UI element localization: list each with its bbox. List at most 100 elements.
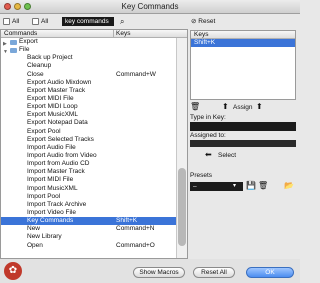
command-name: Import Audio from Video	[27, 151, 97, 159]
table-row[interactable]: ▶ Export	[1, 38, 177, 47]
reset-icon: ⊘	[191, 18, 197, 25]
table-row[interactable]: Export Pool	[1, 128, 177, 136]
delete-preset-icon[interactable]: 🗑	[258, 181, 268, 190]
scrollbar-thumb[interactable]	[178, 168, 186, 246]
command-key: Shift+K	[116, 217, 138, 225]
command-name: Import MIDI File	[27, 176, 74, 184]
command-name: Import Audio File	[27, 143, 76, 151]
command-name: Export MusicXML	[27, 111, 78, 119]
type-in-key-field[interactable]	[190, 122, 296, 131]
command-name: New	[27, 225, 41, 233]
table-row[interactable]: Export MIDI File	[1, 95, 177, 103]
folder-icon	[10, 39, 17, 45]
bottom-bar: Show Macros Reset All OK	[0, 259, 300, 283]
command-name: Import Pool	[27, 192, 61, 200]
command-name: Export Notepad Data	[27, 119, 88, 127]
table-row[interactable]: Export Notepad Data	[1, 119, 177, 127]
table-row[interactable]: Export Selected Tracks	[1, 136, 177, 144]
table-row[interactable]: Key Commands Shift+K	[1, 217, 177, 226]
table-row[interactable]: Export MIDI Loop	[1, 103, 177, 111]
assigned-to-label: Assigned to:	[190, 132, 226, 139]
assign-row: 🗑 ⬆ Assign ⬆	[190, 102, 296, 114]
table-row[interactable]: Open Command+O	[1, 242, 177, 250]
keys-column-header[interactable]: Keys	[116, 30, 130, 38]
list-header: Commands Keys	[1, 30, 187, 38]
chevron-down-icon[interactable]: ▾	[233, 182, 236, 189]
selected-key[interactable]: Shift+K	[191, 39, 295, 47]
import-icon[interactable]: 📂	[284, 181, 294, 190]
table-row[interactable]: Import Audio File	[1, 144, 177, 152]
table-row[interactable]: Import MusicXML	[1, 185, 177, 193]
command-name: Cleanup	[27, 62, 52, 70]
sos-logo: ✿	[4, 262, 22, 280]
command-name: Export MIDI File	[27, 94, 74, 102]
commands-list[interactable]: Commands Keys ▶ Export ▼ File Back up Projec…	[0, 29, 188, 259]
folder-icon	[10, 47, 17, 53]
magnifier-icon[interactable]: ⌕	[120, 17, 124, 27]
table-row[interactable]: Import Pool	[1, 193, 177, 201]
command-name: Import from Audio CD	[27, 160, 90, 168]
command-name: Export Pool	[27, 127, 61, 135]
command-key: Command+N	[116, 225, 155, 233]
window-title: Key Commands	[121, 2, 179, 11]
table-row[interactable]: Export Audio Mixdown	[1, 79, 177, 87]
keys-header: Keys	[191, 31, 295, 39]
table-row[interactable]: Import Master Track	[1, 168, 177, 176]
command-name: Export	[19, 38, 38, 45]
reset-button[interactable]: ⊘ Reset	[191, 17, 215, 25]
type-in-key-label: Type in Key:	[190, 114, 226, 121]
table-row[interactable]: New Command+N	[1, 225, 177, 233]
keys-box: Keys Shift+K	[190, 30, 296, 100]
reset-label: Reset	[198, 18, 216, 25]
table-row[interactable]: Import MIDI File	[1, 176, 177, 184]
table-row[interactable]: Import Video File	[1, 209, 177, 217]
table-row[interactable]: Close Command+W	[1, 71, 177, 79]
vertical-scrollbar[interactable]	[176, 38, 187, 258]
reset-all-button[interactable]: Reset All	[193, 267, 235, 278]
command-name: Back up Project	[27, 54, 73, 62]
table-row[interactable]: New Library	[1, 233, 177, 241]
table-row[interactable]: Back up Project	[1, 54, 177, 62]
command-name: Key Commands	[27, 217, 74, 225]
arrow-up-icon[interactable]: ⬆	[222, 102, 229, 111]
all-label-left: All	[12, 18, 20, 25]
command-key: Command+W	[116, 70, 156, 78]
command-name: Close	[27, 70, 44, 78]
assigned-to-field	[190, 140, 296, 147]
select-row: ⬅ Select	[190, 150, 296, 162]
command-name: Import Track Archive	[27, 200, 87, 208]
select-button[interactable]: Select	[218, 152, 236, 159]
assign-button[interactable]: Assign	[233, 104, 253, 111]
ok-button[interactable]: OK	[246, 267, 294, 278]
all-label-right: All	[41, 18, 49, 25]
toolbar: All All key commands ⌕	[0, 14, 188, 30]
command-name: Export Master Track	[27, 86, 86, 94]
table-row[interactable]: Cleanup	[1, 62, 177, 70]
table-row[interactable]: Import Audio from Video	[1, 152, 177, 160]
command-name: File	[19, 46, 30, 54]
all-checkbox-right[interactable]	[32, 18, 39, 25]
save-preset-icon[interactable]: 💾	[246, 181, 256, 190]
all-checkbox-left[interactable]	[3, 18, 10, 25]
arrow-up-icon[interactable]: ⬆	[256, 102, 263, 111]
command-name: Export Selected Tracks	[27, 135, 94, 143]
delete-key-icon[interactable]: 🗑	[190, 102, 200, 111]
show-macros-button[interactable]: Show Macros	[133, 267, 185, 278]
command-rows: ▶ Export ▼ File Back up Project Cleanup Close C…	[1, 38, 177, 250]
command-name: Import Master Track	[27, 168, 85, 176]
table-row[interactable]: ▼ File	[1, 46, 177, 55]
title-bar: Key Commands	[0, 0, 300, 14]
commands-column-header[interactable]: Commands	[4, 30, 37, 38]
table-row[interactable]: Import Track Archive	[1, 201, 177, 209]
table-row[interactable]: Export MusicXML	[1, 111, 177, 119]
table-row[interactable]: Import from Audio CD	[1, 160, 177, 168]
presets-label: Presets	[190, 172, 213, 179]
command-name: Import MusicXML	[27, 184, 78, 192]
table-row[interactable]: Export Master Track	[1, 87, 177, 95]
command-name: Open	[27, 241, 43, 249]
search-input[interactable]: key commands	[62, 17, 114, 26]
key-assignment-panel: ⊘ Reset Keys Shift+K 🗑 ⬆ Assign ⬆ Type i…	[188, 14, 300, 259]
command-name: New Library	[27, 233, 62, 241]
column-separator[interactable]	[113, 30, 114, 38]
arrow-left-icon[interactable]: ⬅	[205, 150, 212, 159]
